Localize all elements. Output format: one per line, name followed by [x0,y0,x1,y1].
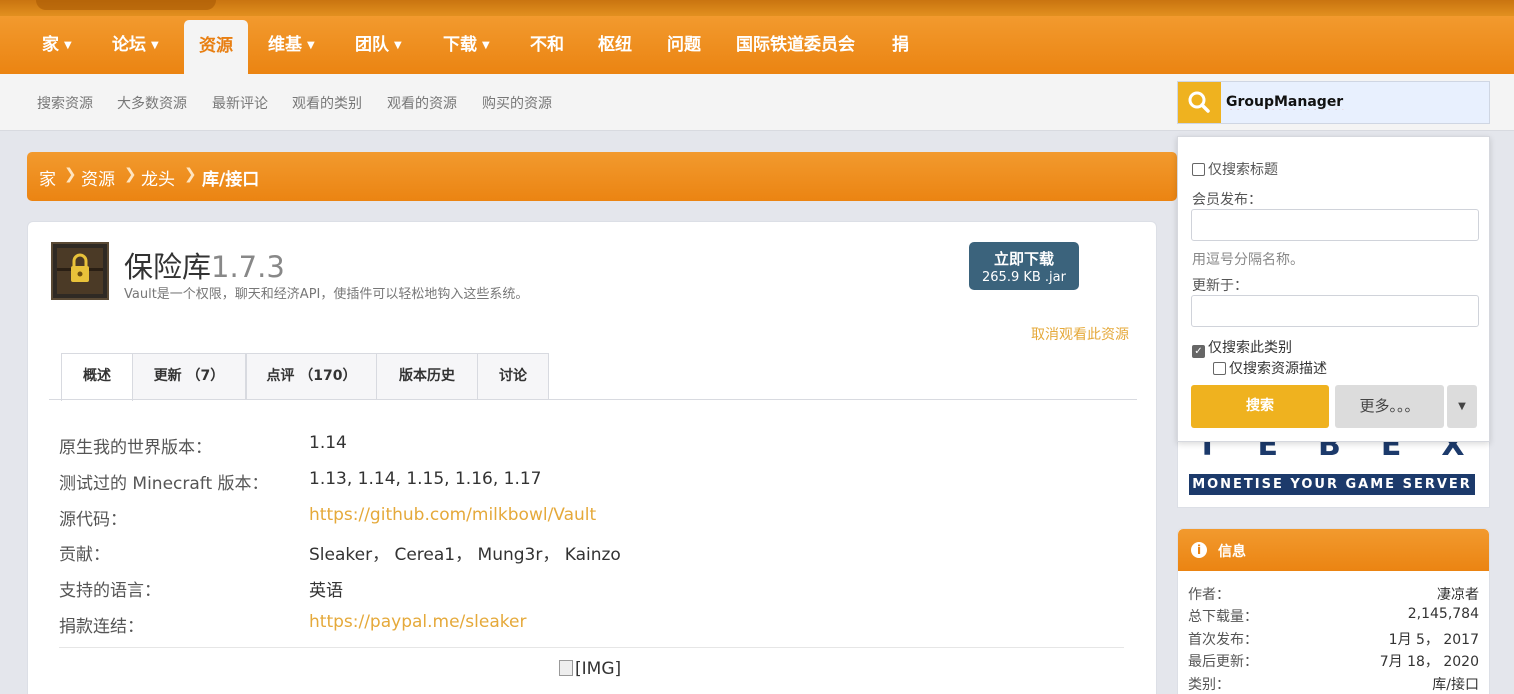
source-code-link[interactable]: https://github.com/milkbowl/Vault [309,505,596,525]
info-label-first-release: 首次发布： [1188,632,1258,648]
field-value-tested-versions: 1.13, 1.14, 1.15, 1.16, 1.17 [309,469,542,489]
chevron-down-icon: ▼ [482,40,490,51]
breadcrumb-home[interactable]: 家 [39,165,56,190]
resource-info-card: i 信息 作者： 凄凉者 总下载量： 2,145,784 首次发布： 1月 5，… [1177,528,1490,694]
field-label-native-version: 原生我的世界版本： [59,438,212,458]
resource-tagline: Vault是一个权限，聊天和经济API，使插件可以轻松地钩入这些系统。 [124,287,529,302]
tebex-ad[interactable]: TEBEX MONETISE YOUR GAME SERVER [1177,436,1490,508]
info-label-last-update: 最后更新： [1188,654,1258,670]
field-label-source-code: 源代码： [59,510,127,530]
nav-item-donate[interactable]: 捐 [892,16,909,74]
info-card-header: i 信息 [1178,529,1489,571]
names-hint: 用逗号分隔名称。 [1192,252,1304,268]
subnav-watched-resources[interactable]: 观看的资源 [387,93,457,113]
breadcrumb-bukkit[interactable]: 龙头 [141,165,175,190]
donation-link[interactable]: https://paypal.me/sleaker [309,612,526,632]
broken-image-icon [559,660,573,676]
search-icon [1188,91,1210,113]
info-value-author[interactable]: 凄凉者 [1437,584,1479,604]
subnav-watched-categories[interactable]: 观看的类别 [292,93,362,113]
nav-item-team[interactable]: 团队 ▼ [355,16,402,74]
info-value-first-release: 1月 5， 2017 [1388,632,1479,648]
checkbox-checked[interactable]: ✓ [1192,345,1205,358]
breadcrumb-resources[interactable]: 资源 [81,165,115,190]
field-value-languages: 英语 [309,581,343,601]
broken-image: [IMG] [559,659,621,679]
download-size: 265.9 KB .jar [982,270,1066,285]
more-options-button[interactable]: 更多。。。 [1335,385,1444,428]
popup-search-button[interactable]: 搜索 [1191,385,1329,428]
posted-by-label: 会员发布： [1192,192,1262,208]
info-label-author: 作者： [1188,587,1230,603]
info-value-last-update: 7月 18， 2020 [1379,654,1479,670]
field-label-languages: 支持的语言： [59,581,161,601]
checkbox[interactable] [1213,362,1226,375]
tab-discussion[interactable]: 讨论 [477,353,549,400]
chevron-right-icon: ❯ [64,165,77,183]
tabs-divider [49,399,1137,400]
description-only-option[interactable]: 仅搜索资源描述 [1213,358,1327,378]
site-logo-fragment [36,0,216,10]
tab-reviews[interactable]: 点评 （170） [246,353,377,400]
nav-item-resources[interactable]: 资源 [184,20,248,76]
nav-item-forums[interactable]: 论坛 ▼ [112,16,159,74]
chevron-down-icon: ▼ [307,40,315,51]
info-value-category[interactable]: 库/接口 [1432,674,1479,694]
nav-item-discord[interactable]: 不和 [530,16,564,74]
padlock-icon [57,248,103,294]
field-label-donation: 捐款连结： [59,617,144,637]
chevron-down-icon: ▼ [151,40,159,51]
subnav-purchased-resources[interactable]: 购买的资源 [482,93,552,113]
nav-item-wiki[interactable]: 维基 ▼ [268,16,315,74]
main-nav: 家 ▼ 论坛 ▼ 资源 维基 ▼ 团队 ▼ 下载 ▼ 不和 枢纽 问题 国际铁道委员会 捐 [0,16,1514,76]
checkbox[interactable] [1192,163,1205,176]
search-button[interactable] [1178,82,1221,123]
resource-version: 1.7.3 [211,250,285,284]
nav-item-hub[interactable]: 枢纽 [598,16,632,74]
chevron-down-icon[interactable]: ▼ [1447,385,1477,428]
chevron-down-icon: ▼ [394,40,402,51]
download-label: 立即下载 [993,250,1054,268]
search-input[interactable] [1226,90,1481,114]
tab-updates[interactable]: 更新 （7） [132,353,246,400]
nav-item-downloads[interactable]: 下载 ▼ [443,16,490,74]
subnav-latest-reviews[interactable]: 最新评论 [212,93,268,113]
resource-title: 保险库1.7.3 [124,250,285,284]
info-card-title: 信息 [1218,544,1246,560]
tebex-tagline: MONETISE YOUR GAME SERVER [1189,474,1475,495]
breadcrumb-current: 库/接口 [202,170,260,190]
chevron-right-icon: ❯ [184,165,197,183]
tab-version-history[interactable]: 版本历史 [376,353,478,400]
nav-item-irc[interactable]: 国际铁道委员会 [736,16,855,74]
info-value-downloads: 2,145,784 [1407,606,1479,622]
subnav-most-resources[interactable]: 大多数资源 [117,93,187,113]
resource-icon [51,242,109,300]
nav-item-issues[interactable]: 问题 [667,16,701,74]
breadcrumb: 家 ❯ 资源 ❯ 龙头 ❯ 库/接口 [27,152,1177,201]
info-icon: i [1191,542,1207,558]
header-banner [0,0,1514,16]
download-button[interactable]: 立即下载 265.9 KB .jar [969,242,1079,290]
title-only-option[interactable]: 仅搜索标题 [1192,159,1278,179]
resource-card: 保险库1.7.3 Vault是一个权限，聊天和经济API，使插件可以轻松地钩入这… [27,221,1157,694]
updated-since-label: 更新于： [1192,278,1248,294]
unwatch-resource-link[interactable]: 取消观看此资源 [1031,324,1129,344]
info-label-downloads: 总下载量： [1188,609,1258,625]
search-bar [1177,81,1490,124]
info-label-category: 类别： [1188,677,1230,693]
nav-item-home[interactable]: 家 ▼ [42,16,72,74]
updated-since-input[interactable] [1191,295,1479,327]
posted-by-input[interactable] [1191,209,1479,241]
field-label-tested-versions: 测试过的 Minecraft 版本： [59,474,269,494]
subnav-search-resources[interactable]: 搜索资源 [37,93,93,113]
field-value-native-version: 1.14 [309,433,347,453]
chevron-down-icon: ▼ [64,40,72,51]
tab-overview[interactable]: 概述 [61,353,133,401]
chevron-right-icon: ❯ [124,165,137,183]
search-options-popup: 仅搜索标题 会员发布： 用逗号分隔名称。 更新于： ✓ 仅搜索此类别 仅搜索资源描… [1177,136,1490,442]
field-value-contributors: Sleaker， Cerea1， Mung3r， Kainzo [309,545,621,565]
this-category-option[interactable]: ✓ 仅搜索此类别 [1192,337,1292,358]
content-divider [59,647,1124,648]
field-label-contributors: 贡献： [59,545,110,565]
